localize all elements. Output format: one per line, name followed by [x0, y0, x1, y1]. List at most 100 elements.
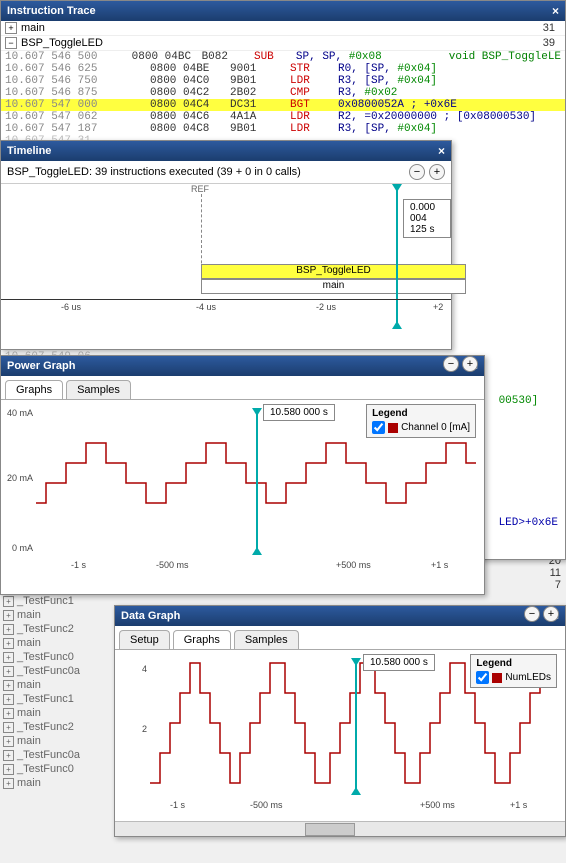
power-x-axis: -1 s -500 ms +500 ms +1 s — [36, 560, 479, 575]
trace-tree-bsp[interactable]: − BSP_ToggleLED 39 — [1, 36, 565, 51]
timeline-header[interactable]: Timeline × — [1, 141, 451, 161]
function-row[interactable]: +main — [0, 636, 120, 650]
timeline-title: Timeline — [7, 145, 51, 157]
power-graph-title: Power Graph — [7, 360, 75, 372]
close-icon[interactable]: × — [552, 4, 559, 18]
function-row[interactable]: +_TestFunc0 — [0, 762, 120, 776]
trace-line[interactable]: 10.607 546 7500800 04C09B01LDRR3, [SP, #… — [1, 75, 565, 87]
instruction-trace-header[interactable]: Instruction Trace × — [1, 1, 565, 21]
tab-setup[interactable]: Setup — [119, 630, 170, 649]
function-name: _TestFunc0 — [17, 763, 74, 775]
expand-icon[interactable]: + — [3, 624, 14, 635]
data-time-badge: 10.580 000 s — [363, 654, 435, 671]
tab-samples[interactable]: Samples — [66, 380, 131, 399]
expand-icon[interactable]: + — [3, 596, 14, 607]
trace-side-counts: 20 11 7 — [549, 555, 561, 591]
trace-line[interactable]: 10.607 546 5000800 04BCB082SUBSP, SP, #0… — [1, 51, 565, 63]
trace-line[interactable]: 10.607 546 8750800 04C22B02CMPR3, #0x02 — [1, 87, 565, 99]
data-graph-body[interactable]: 4 2 10.580 000 s Legend NumLEDs -1 s -50… — [115, 650, 565, 820]
trace-line[interactable]: 10.607 546 6250800 04BE9001STRR0, [SP, #… — [1, 63, 565, 75]
function-name: _TestFunc2 — [17, 721, 74, 733]
function-row[interactable]: +_TestFunc2 — [0, 622, 120, 636]
expand-icon[interactable]: + — [3, 638, 14, 649]
instruction-trace-title: Instruction Trace — [7, 5, 96, 17]
legend-swatch-icon — [388, 423, 398, 433]
zoom-in-icon[interactable]: + — [543, 606, 559, 622]
function-row[interactable]: +main — [0, 608, 120, 622]
close-icon[interactable]: × — [438, 144, 445, 158]
expand-icon[interactable]: + — [3, 652, 14, 663]
legend-checkbox[interactable] — [372, 421, 385, 434]
scroll-thumb[interactable] — [305, 823, 355, 836]
power-legend: Legend Channel 0 [mA] — [366, 404, 476, 438]
timeline-ref-label: REF — [191, 184, 209, 194]
function-row[interactable]: +_TestFunc0a — [0, 664, 120, 678]
function-row[interactable]: +_TestFunc0a — [0, 748, 120, 762]
expand-icon[interactable]: + — [3, 708, 14, 719]
timeline-chart[interactable]: REF BSP_ToggleLED main 0.000 004 125 s -… — [1, 184, 451, 329]
power-cursor[interactable] — [256, 408, 258, 555]
data-y-axis: 4 2 — [115, 658, 150, 795]
power-graph-panel: Power Graph × Graphs Samples − + 40 mA 2… — [0, 355, 485, 595]
function-name: _TestFunc0 — [17, 651, 74, 663]
function-row[interactable]: +_TestFunc2 — [0, 720, 120, 734]
expand-icon[interactable]: + — [3, 736, 14, 747]
timeline-bar-bsp[interactable]: BSP_ToggleLED — [201, 264, 466, 279]
function-row[interactable]: +_TestFunc1 — [0, 692, 120, 706]
expand-icon[interactable]: + — [3, 764, 14, 775]
expand-icon[interactable]: + — [3, 694, 14, 705]
data-cursor[interactable] — [355, 658, 357, 795]
timeline-panel: Timeline × BSP_ToggleLED: 39 instruction… — [0, 140, 452, 350]
trace-tree-main[interactable]: + main 31 — [1, 21, 565, 36]
power-tabs: Graphs Samples — [1, 376, 484, 400]
function-name: main — [17, 777, 41, 789]
function-name: _TestFunc0a — [17, 749, 80, 761]
expand-icon[interactable]: + — [3, 722, 14, 733]
zoom-out-icon[interactable]: − — [409, 164, 425, 180]
expand-icon[interactable]: + — [3, 610, 14, 621]
zoom-in-icon[interactable]: + — [462, 356, 478, 372]
expand-icon[interactable]: + — [3, 666, 14, 677]
collapse-icon[interactable]: − — [5, 37, 17, 49]
timeline-info-bar: BSP_ToggleLED: 39 instructions executed … — [1, 161, 451, 184]
function-name: _TestFunc1 — [17, 595, 74, 607]
data-graph-panel: Data Graph × Setup Graphs Samples − + 4 … — [114, 605, 566, 837]
expand-icon[interactable]: + — [3, 750, 14, 761]
function-row[interactable]: +main — [0, 678, 120, 692]
expand-icon[interactable]: + — [5, 22, 17, 34]
function-name: main — [17, 679, 41, 691]
function-row[interactable]: +main — [0, 706, 120, 720]
trace-line[interactable]: 10.607 547 0620800 04C64A1ALDRR2, =0x200… — [1, 111, 565, 123]
zoom-in-icon[interactable]: + — [429, 164, 445, 180]
ghost-src: 00530] LED>+0x6E — [499, 395, 558, 529]
data-graph-title: Data Graph — [121, 610, 180, 622]
tab-graphs[interactable]: Graphs — [5, 380, 63, 399]
function-row[interactable]: +_TestFunc1 — [0, 594, 120, 608]
function-row[interactable]: +main — [0, 776, 120, 790]
trace-line[interactable]: 10.607 547 1870800 04C89B01LDRR3, [SP, #… — [1, 123, 565, 135]
function-name: _TestFunc0a — [17, 665, 80, 677]
legend-checkbox[interactable] — [476, 671, 489, 684]
data-scrollbar[interactable] — [115, 821, 565, 836]
power-graph-header[interactable]: Power Graph × — [1, 356, 484, 376]
tab-samples[interactable]: Samples — [234, 630, 299, 649]
power-time-badge: 10.580 000 s — [263, 404, 335, 421]
zoom-out-icon[interactable]: − — [443, 356, 459, 372]
expand-icon[interactable]: + — [3, 778, 14, 789]
function-name: main — [17, 735, 41, 747]
zoom-out-icon[interactable]: − — [524, 606, 540, 622]
function-name: main — [17, 707, 41, 719]
trace-line[interactable]: 10.607 547 0000800 04C4DC31BGT0x0800052A… — [1, 99, 565, 111]
function-name: _TestFunc2 — [17, 623, 74, 635]
data-graph-header[interactable]: Data Graph × — [115, 606, 565, 626]
expand-icon[interactable]: + — [3, 680, 14, 691]
power-graph-body[interactable]: 40 mA 20 mA 0 mA 10.580 000 s Legend Cha… — [1, 400, 484, 580]
legend-swatch-icon — [492, 673, 502, 683]
tab-graphs[interactable]: Graphs — [173, 630, 231, 649]
function-row[interactable]: +_TestFunc0 — [0, 650, 120, 664]
power-y-axis: 40 mA 20 mA 0 mA — [1, 408, 36, 555]
timeline-bar-main[interactable]: main — [201, 279, 466, 294]
function-name: _TestFunc1 — [17, 693, 74, 705]
data-legend: Legend NumLEDs — [470, 654, 557, 688]
function-row[interactable]: +main — [0, 734, 120, 748]
